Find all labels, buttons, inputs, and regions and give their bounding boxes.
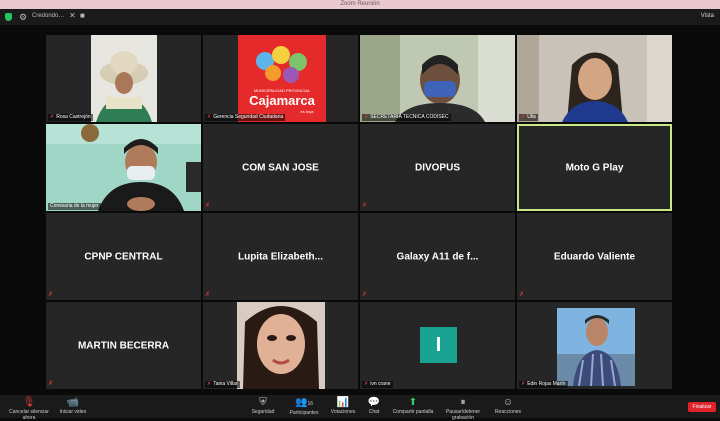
chat-bubble-icon: 💬	[367, 397, 381, 408]
muted-mic-icon: ✗	[207, 114, 212, 120]
end-meeting-button[interactable]: Finalizar	[688, 402, 716, 412]
participant-tile[interactable]: COM SAN JOSE ✗	[203, 124, 358, 211]
participant-video	[237, 302, 325, 389]
muted-mic-icon: ✗	[521, 381, 526, 387]
participant-name: COM SAN JOSE	[242, 162, 319, 173]
participant-tile[interactable]: ✗ Tania Villar	[203, 302, 358, 389]
participant-name: Galaxy A11 de f...	[396, 251, 479, 262]
participant-video: MUNICIPALIDAD PROVINCIAL Cajamarca es tu…	[238, 35, 326, 122]
participant-video	[517, 35, 672, 122]
unmute-button[interactable]: 🎙 Cancelar silenciar ahora	[4, 397, 54, 421]
share-screen-icon: ⬆	[408, 397, 418, 408]
video-camera-icon: 📹	[66, 397, 80, 408]
participant-tile[interactable]: ✗ Edin Rojas Marín	[517, 302, 672, 389]
participant-tile[interactable]: ✗ Ulia	[517, 35, 672, 122]
muted-mic-icon: ✗	[364, 114, 369, 120]
participants-icon: 👥16	[294, 397, 313, 408]
security-button[interactable]: ⛨ Seguridad	[246, 397, 280, 415]
participant-tile[interactable]: Eduardo Valiente ✗	[517, 213, 672, 300]
bar-chart-icon: 📊	[336, 397, 350, 408]
shield-icon[interactable]	[5, 13, 12, 21]
participant-name: DIVOPUS	[414, 162, 460, 173]
microphone-muted-icon: 🎙	[22, 397, 36, 408]
chat-button[interactable]: 💬 Chat	[362, 397, 386, 415]
fullscreen-icon[interactable]: ■	[80, 11, 85, 20]
participant-tile[interactable]: ✗ Rosa Castrejón	[46, 35, 201, 122]
window-title: Zoom Reunión	[340, 1, 380, 7]
start-video-button[interactable]: 📹 Iniciar video	[56, 397, 90, 415]
participant-label: ✗ Ulia	[519, 114, 538, 121]
participant-avatar: I	[420, 327, 457, 363]
participant-name: MARTIN BECERRA	[77, 340, 170, 351]
muted-mic-icon: ✗	[48, 292, 54, 298]
muted-mic-icon: ✗	[362, 203, 368, 209]
participant-tile[interactable]: Galaxy A11 de f... ✗	[360, 213, 515, 300]
pause-stop-icon: ⏸	[460, 397, 466, 408]
muted-mic-icon: ✗	[364, 381, 369, 387]
participant-video	[91, 35, 157, 122]
participant-tile[interactable]: ✗ SECRETARIA TECNICA CODISEC	[360, 35, 515, 122]
participant-label: ✗ ivn crane	[362, 381, 393, 388]
participant-label: ✗ Gerencia Seguridad Ciudadana	[205, 114, 286, 121]
muted-mic-icon: ✗	[48, 381, 54, 387]
muted-mic-icon: ✗	[207, 381, 212, 387]
meeting-topbar: ⚙ Credondo… ✕ ■ Vista	[0, 9, 720, 25]
participant-label: ✗ Tania Villar	[205, 381, 240, 388]
view-button[interactable]: Vista	[701, 13, 714, 19]
reactions-button[interactable]: ☺ Reacciones	[492, 397, 524, 415]
minimize-icon[interactable]: ✕	[69, 11, 76, 20]
participant-label: ✗ Edin Rojas Marín	[519, 381, 568, 388]
muted-mic-icon: ✗	[521, 114, 526, 120]
muted-mic-icon: ✗	[50, 114, 55, 120]
participants-button[interactable]: 👥16 Participantes	[286, 397, 322, 416]
meeting-name[interactable]: Credondo…	[32, 13, 64, 19]
meeting-toolbar: 🎙 Cancelar silenciar ahora 📹 Iniciar video…	[0, 395, 720, 421]
participant-name: Moto G Play	[565, 162, 624, 173]
muted-mic-icon: ✗	[205, 203, 211, 209]
participant-tile[interactable]: Comisaria de la mujer	[46, 124, 201, 211]
participant-tile[interactable]: Lupita Elizabeth... ✗	[203, 213, 358, 300]
participant-name: Lupita Elizabeth...	[237, 251, 323, 262]
muted-mic-icon: ✗	[362, 292, 368, 298]
gear-icon[interactable]: ⚙	[19, 11, 27, 23]
participant-tile[interactable]: DIVOPUS ✗	[360, 124, 515, 211]
share-screen-button[interactable]: ⬆ Compartir pantalla	[390, 397, 436, 415]
shield-icon: ⛨	[259, 397, 267, 408]
participant-tile[interactable]: MARTIN BECERRA ✗	[46, 302, 201, 389]
participant-tile[interactable]: MUNICIPALIDAD PROVINCIAL Cajamarca es tu…	[203, 35, 358, 122]
participant-label: ✗ SECRETARIA TECNICA CODISEC	[362, 114, 451, 121]
participant-label: Comisaria de la mujer	[48, 203, 101, 210]
participant-tile[interactable]: I ✗ ivn crane	[360, 302, 515, 389]
participant-label: ✗ Rosa Castrejón	[48, 114, 93, 121]
participant-name: CPNP CENTRAL	[84, 251, 163, 262]
participant-name: Eduardo Valiente	[553, 251, 636, 262]
participant-tile[interactable]: CPNP CENTRAL ✗	[46, 213, 201, 300]
logo-city-text: Cajamarca	[249, 93, 316, 108]
participant-video	[360, 35, 515, 122]
smiley-icon: ☺	[502, 397, 514, 408]
polls-button[interactable]: 📊 Votaciones	[328, 397, 358, 415]
muted-mic-icon: ✗	[205, 292, 211, 298]
logo-sub-text: es tuya	[301, 109, 315, 114]
participant-video	[46, 124, 201, 211]
record-button[interactable]: ⏸ Pausar/detener grabación	[438, 397, 488, 421]
participant-tile-active-speaker[interactable]: Moto G Play	[517, 124, 672, 211]
participant-video	[557, 308, 635, 387]
muted-mic-icon: ✗	[519, 292, 525, 298]
window-titlebar: Zoom Reunión	[0, 0, 720, 9]
